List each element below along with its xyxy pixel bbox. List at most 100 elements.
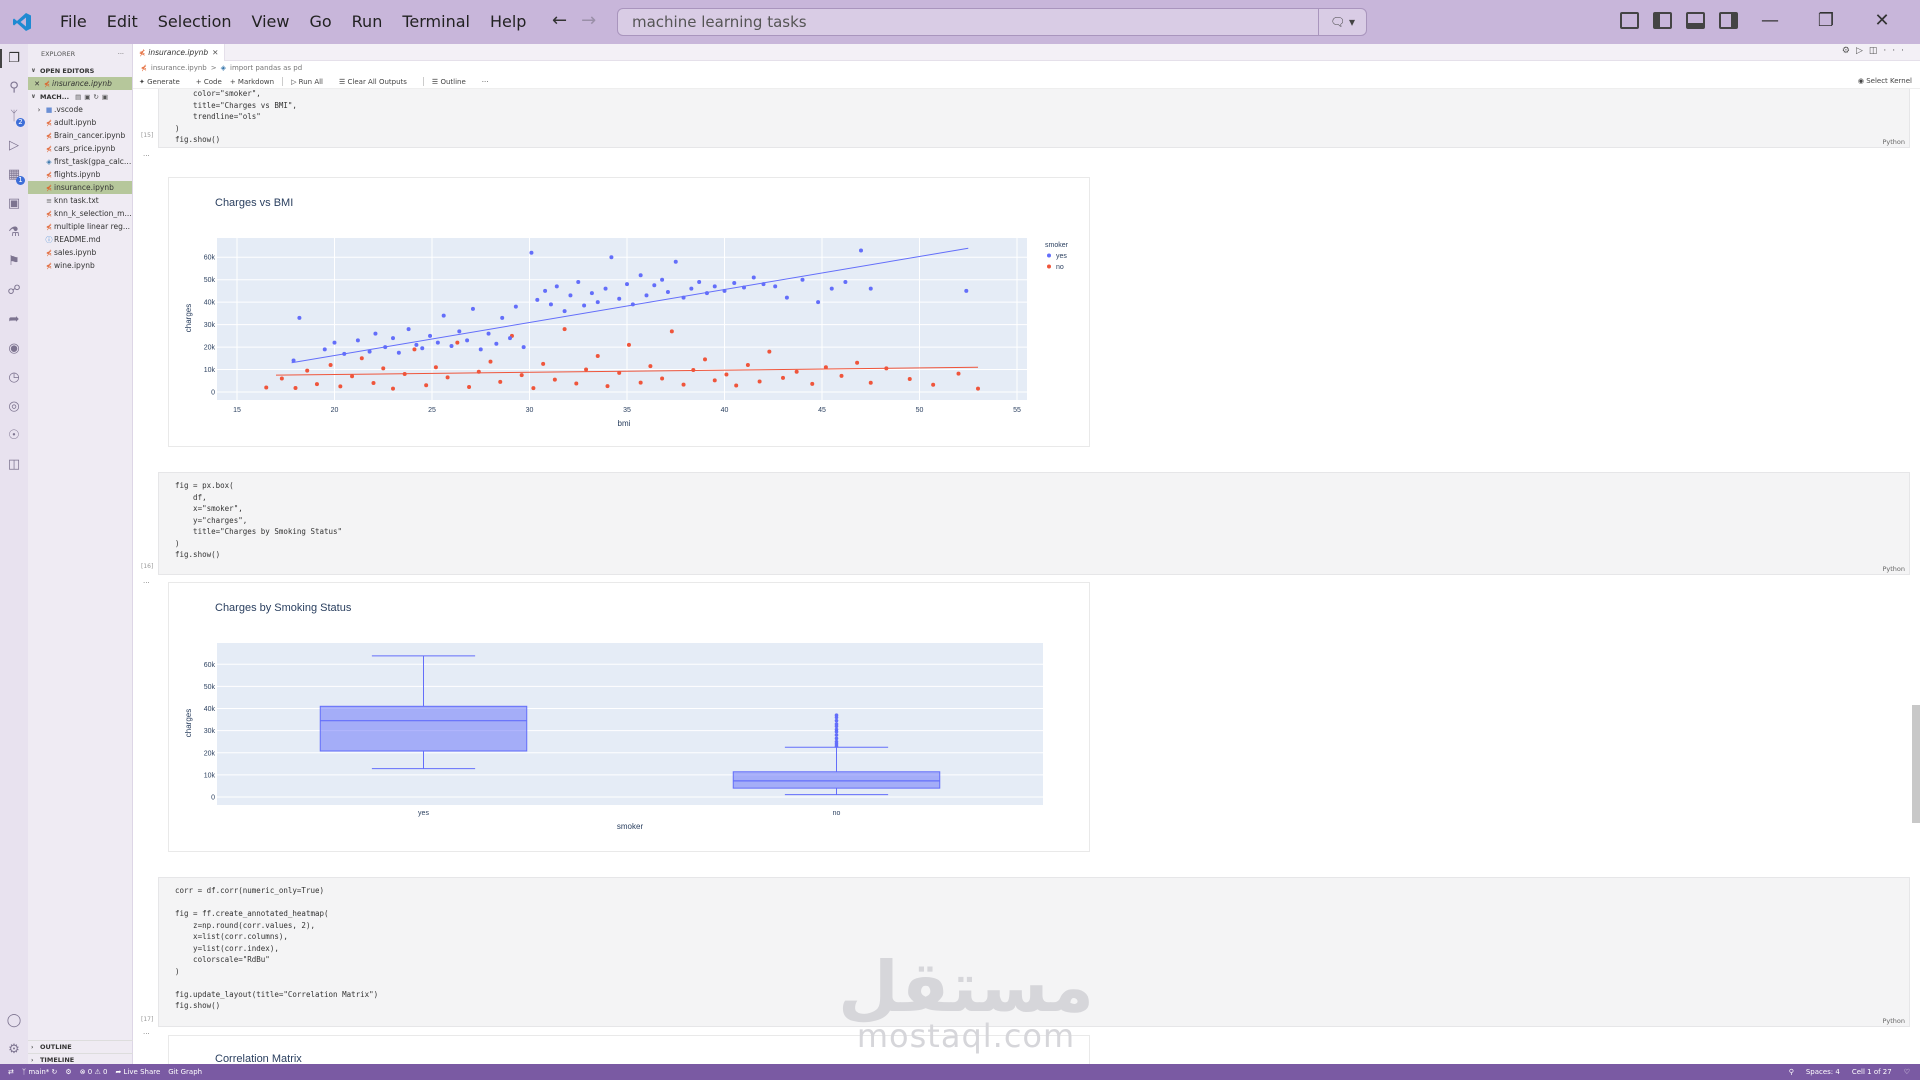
menu-terminal[interactable]: Terminal: [392, 0, 480, 44]
open-editor-item[interactable]: ✕ ⋠ insurance.ipynb: [28, 77, 132, 90]
file-tree-item[interactable]: ⋠ multiple linear reg...: [28, 220, 132, 233]
vscode-logo-icon: [0, 0, 44, 44]
code-text[interactable]: fig = px.box( df, x="smoker", y="charges…: [175, 480, 342, 561]
file-tree-item[interactable]: › ■ .vscode: [28, 103, 132, 116]
folder-actions-icons[interactable]: ▤▣↻▣: [75, 93, 111, 101]
tab-insurance-ipynb[interactable]: ⋠ insurance.ipynb ✕: [133, 43, 226, 61]
code-cell[interactable]: fig = px.box( df, x="smoker", y="charges…: [141, 472, 1910, 575]
scatter-chart: Charges vs BMI 15 20 25 30 35 40 45 50 55 0 10k 20k…: [184, 197, 1069, 428]
language-label[interactable]: Python: [1882, 1017, 1905, 1025]
live-share-icon[interactable]: ➦: [0, 305, 28, 334]
git-graph-status[interactable]: Git Graph: [168, 1068, 202, 1076]
file-tree-item[interactable]: ⓘ README.md: [28, 233, 132, 246]
menu-view[interactable]: View: [242, 0, 300, 44]
problems-status[interactable]: ⊗ 0 ⚠ 0: [80, 1068, 108, 1076]
command-center-search[interactable]: machine learning tasks 🗨 ▾: [617, 8, 1367, 36]
language-label[interactable]: Python: [1882, 138, 1905, 146]
git-graph-icon[interactable]: ☍: [0, 276, 28, 305]
run-debug-icon[interactable]: ▷: [0, 131, 28, 160]
file-tree-item[interactable]: ⋠ adult.ipynb: [28, 116, 132, 129]
extensions-icon[interactable]: ▦ 1: [0, 160, 28, 189]
file-tree-item[interactable]: ⋠ Brain_cancer.ipynb: [28, 129, 132, 142]
minimize-icon[interactable]: —: [1760, 8, 1780, 34]
data-point-no: [757, 379, 762, 384]
source-control-icon[interactable]: ᛉ2: [0, 102, 28, 131]
close-icon[interactable]: ✕: [1872, 8, 1892, 34]
toggle-secondary-sidebar-icon[interactable]: [1719, 12, 1738, 29]
live-share-status[interactable]: ➦ Live Share: [115, 1068, 160, 1076]
file-tree-label: adult.ipynb: [54, 118, 97, 127]
menu-run[interactable]: Run: [342, 0, 393, 44]
editor-actions-icons[interactable]: ⚙▷◫···: [1842, 46, 1910, 56]
open-editors-section[interactable]: ∨ OPEN EDITORS: [28, 64, 132, 77]
add-markdown-button[interactable]: + Markdown: [230, 78, 274, 86]
generate-button[interactable]: ✦ Generate: [139, 78, 188, 86]
sync-icon[interactable]: ⚙: [65, 1068, 71, 1076]
explorer-icon[interactable]: ❐: [0, 44, 28, 73]
account-icon[interactable]: ◯: [0, 1006, 28, 1035]
data-point-no: [328, 363, 333, 368]
output-more-icon[interactable]: ···: [143, 1030, 150, 1038]
file-tree-item[interactable]: ⋠ knn_k_selection_m...: [28, 207, 132, 220]
run-all-button[interactable]: ▷ Run All: [291, 78, 331, 86]
file-tree-item[interactable]: ⋠ insurance.ipynb: [28, 181, 132, 194]
more-actions-icon[interactable]: ···: [118, 50, 124, 58]
menu-help[interactable]: Help: [480, 0, 536, 44]
branch-status[interactable]: ᛉ main* ↻: [22, 1068, 58, 1076]
remote-explorer-icon[interactable]: ▣: [0, 189, 28, 218]
breadcrumb-file[interactable]: insurance.ipynb: [151, 64, 207, 72]
spaces-status[interactable]: Spaces: 4: [1806, 1068, 1840, 1076]
back-arrow-icon[interactable]: ←: [552, 10, 567, 32]
copilot-icon[interactable]: ◉: [0, 334, 28, 363]
remote-icon[interactable]: ⇄: [8, 1068, 14, 1076]
copilot-chat-icon[interactable]: 🗨 ▾: [1318, 9, 1366, 35]
zoom-icon[interactable]: ⚲: [1789, 1068, 1794, 1076]
workspace-folder-section[interactable]: ∨ MACH... ▤▣↻▣: [28, 90, 132, 103]
timeline-icon[interactable]: ◷: [0, 363, 28, 392]
x-tick-label: 35: [623, 407, 631, 414]
code-cell[interactable]: color="smoker", title="Charges vs BMI", …: [141, 89, 1910, 148]
file-tree-item[interactable]: ⋠ wine.ipynb: [28, 259, 132, 272]
restore-icon[interactable]: ❐: [1816, 8, 1836, 34]
customize-layout-icon[interactable]: [1620, 12, 1639, 29]
data-point-yes: [396, 350, 401, 355]
data-point-yes: [548, 302, 553, 307]
more-toolbar-button[interactable]: ···: [482, 78, 489, 86]
github-icon[interactable]: ☉: [0, 421, 28, 450]
bookmarks-icon[interactable]: ⚑: [0, 247, 28, 276]
editor-scrollbar[interactable]: [1912, 705, 1920, 823]
output-more-icon[interactable]: ···: [143, 152, 150, 160]
select-kernel-button[interactable]: ◉ Select Kernel: [1858, 77, 1912, 85]
file-tree-item[interactable]: ⋠ cars_price.ipynb: [28, 142, 132, 155]
menu-file[interactable]: File: [50, 0, 97, 44]
menu-selection[interactable]: Selection: [148, 0, 242, 44]
file-tree-item[interactable]: ⋠ flights.ipynb: [28, 168, 132, 181]
close-editor-icon[interactable]: ✕: [32, 80, 42, 88]
outline-section[interactable]: › OUTLINE: [28, 1040, 133, 1053]
testing-icon[interactable]: ⚗: [0, 218, 28, 247]
outline-button[interactable]: ☰ Outline: [432, 78, 474, 86]
file-tree-item[interactable]: ◈ first_task(gpa_calc)...: [28, 155, 132, 168]
language-label[interactable]: Python: [1882, 565, 1905, 573]
code-text[interactable]: color="smoker", title="Charges vs BMI", …: [175, 89, 297, 146]
breadcrumb-cell[interactable]: import pandas as pd: [230, 64, 302, 72]
clear-outputs-button[interactable]: ☰ Clear All Outputs: [339, 78, 415, 86]
toggle-panel-icon[interactable]: [1686, 12, 1705, 29]
python-env-icon[interactable]: ◎: [0, 392, 28, 421]
menu-go[interactable]: Go: [299, 0, 341, 44]
forward-arrow-icon[interactable]: →: [581, 10, 596, 32]
database-icon[interactable]: ◫: [0, 450, 28, 479]
data-point-no: [350, 374, 355, 379]
toggle-primary-sidebar-icon[interactable]: [1653, 12, 1672, 29]
menu-edit[interactable]: Edit: [97, 0, 148, 44]
close-tab-icon[interactable]: ✕: [212, 48, 218, 57]
cell-position-status[interactable]: Cell 1 of 27: [1852, 1068, 1892, 1076]
settings-gear-icon[interactable]: ⚙: [0, 1035, 28, 1064]
file-tree-item[interactable]: ⋠ sales.ipynb: [28, 246, 132, 259]
search-icon[interactable]: ⚲: [0, 73, 28, 102]
notifications-icon[interactable]: ♡: [1904, 1068, 1910, 1076]
add-code-button[interactable]: + Code: [196, 78, 222, 86]
code-text[interactable]: corr = df.corr(numeric_only=True) fig = …: [175, 885, 378, 1012]
file-tree-item[interactable]: ≡ knn task.txt: [28, 194, 132, 207]
output-more-icon[interactable]: ···: [143, 579, 150, 587]
